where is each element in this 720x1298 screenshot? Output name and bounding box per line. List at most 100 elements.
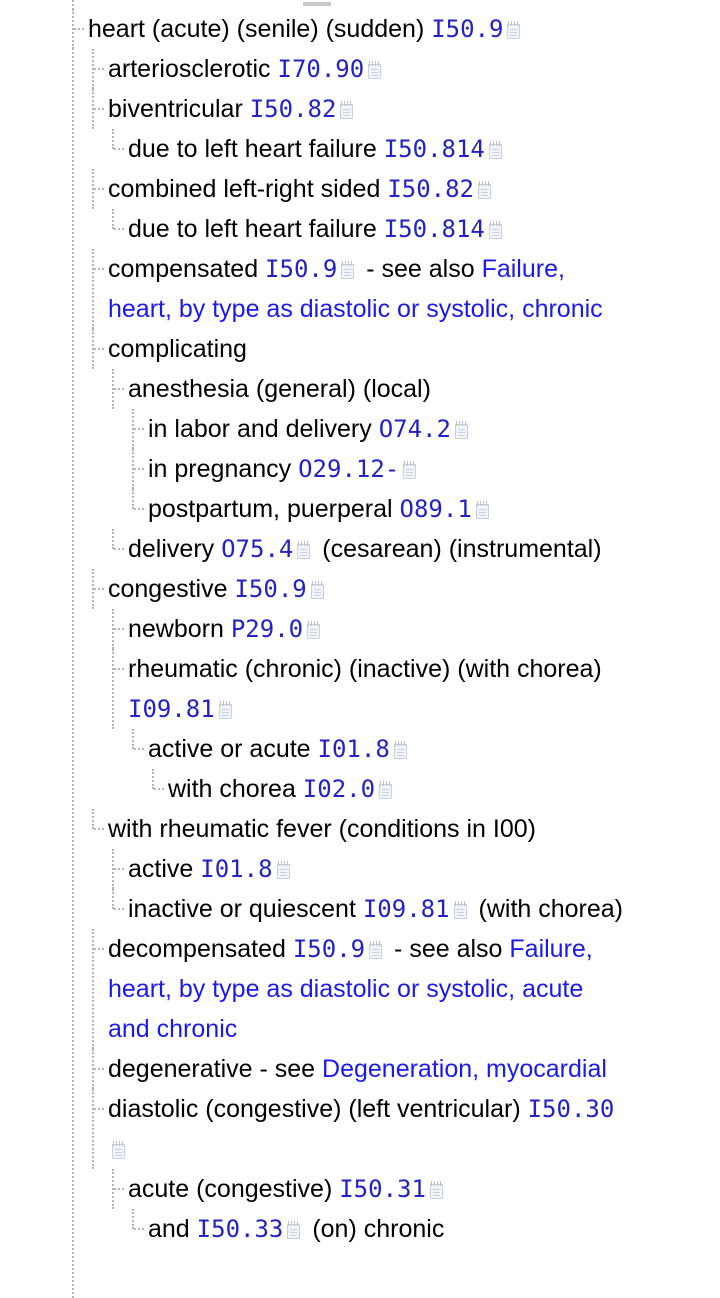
icd-code[interactable]: I50.31 — [339, 1175, 426, 1203]
entry-text: complicating — [108, 335, 247, 363]
icd-code[interactable]: I50.30 — [528, 1095, 615, 1123]
notepad-icon[interactable] — [307, 621, 322, 640]
notepad-icon[interactable] — [394, 741, 409, 760]
notepad-body — [297, 544, 310, 559]
index-entry-label: congestive I50.9 — [108, 569, 623, 609]
icd-code[interactable]: I50.9 — [234, 575, 306, 603]
icd-code[interactable]: I50.814 — [384, 135, 485, 163]
notepad-rings — [288, 1221, 299, 1226]
notepad-icon[interactable] — [430, 1181, 445, 1200]
entry-text: in labor and delivery — [148, 415, 379, 443]
index-entry: with chorea I02.0 — [0, 769, 720, 809]
icd-code[interactable]: I50.9 — [293, 935, 365, 963]
index-entry-label: anesthesia (general) (local) — [128, 369, 623, 409]
entry-text: newborn — [128, 615, 231, 643]
tree-connector-icon — [114, 628, 124, 630]
entry-text: acute (congestive) — [128, 1175, 339, 1203]
notepad-body — [340, 104, 353, 119]
icd-code[interactable]: I50.814 — [384, 215, 485, 243]
tree-connector-icon — [134, 468, 144, 470]
tree-connector-icon — [94, 68, 104, 70]
index-entry: postpartum, puerperal O89.1 — [0, 489, 720, 529]
tree-rail — [132, 1209, 134, 1229]
notepad-rings — [380, 781, 391, 786]
entry-text: and — [148, 1215, 197, 1243]
notepad-icon[interactable] — [507, 21, 522, 40]
notepad-icon[interactable] — [287, 1221, 302, 1240]
notepad-icon[interactable] — [489, 141, 504, 160]
index-entry: in labor and delivery O74.2 — [0, 409, 720, 449]
icd-code[interactable]: I09.81 — [128, 695, 215, 723]
index-entry: combined left-right sided I50.82 — [0, 169, 720, 209]
icd-code[interactable]: I50.82 — [387, 175, 474, 203]
tree-connector-icon — [94, 348, 104, 350]
tree-rail — [132, 729, 134, 749]
icd-code[interactable]: I01.8 — [318, 735, 390, 763]
icd-code[interactable]: I50.82 — [250, 95, 337, 123]
icd-code[interactable]: I02.0 — [303, 775, 375, 803]
tree-rail — [112, 889, 114, 909]
index-entry: congestive I50.9 — [0, 569, 720, 609]
notepad-icon[interactable] — [297, 541, 312, 560]
notepad-icon[interactable] — [454, 901, 469, 920]
notepad-rings — [298, 541, 309, 546]
icd-code[interactable]: I50.33 — [197, 1215, 284, 1243]
entry-text: with chorea — [168, 775, 303, 803]
notepad-icon[interactable] — [455, 421, 470, 440]
icd-code[interactable]: O29.12- — [298, 455, 399, 483]
icd-code[interactable]: P29.0 — [231, 615, 303, 643]
notepad-rings — [113, 1141, 124, 1146]
index-entry-label: rheumatic (chronic) (inactive) (with cho… — [128, 649, 623, 729]
index-entry: active or acute I01.8 — [0, 729, 720, 769]
tree-connector-icon — [114, 388, 124, 390]
icd-code[interactable]: I50.9 — [265, 255, 337, 283]
notepad-icon[interactable] — [112, 1141, 127, 1160]
icd-code[interactable]: I09.81 — [363, 895, 450, 923]
notepad-icon[interactable] — [476, 501, 491, 520]
cross-reference-link[interactable]: Degeneration, myocardial — [322, 1055, 607, 1083]
entry-text: active or acute — [148, 735, 318, 763]
icd-code[interactable]: I01.8 — [200, 855, 272, 883]
tree-connector-icon — [74, 28, 84, 30]
notepad-icon[interactable] — [379, 781, 394, 800]
index-entry: due to left heart failure I50.814 — [0, 209, 720, 249]
icd-code[interactable]: O75.4 — [221, 535, 293, 563]
tree-connector-icon — [94, 1068, 104, 1070]
notepad-rings — [477, 501, 488, 506]
index-entry-label: with rheumatic fever (conditions in I00) — [108, 809, 623, 849]
tree-connector-icon — [94, 268, 104, 270]
entry-text: inactive or quiescent — [128, 895, 363, 923]
index-entry-label: in labor and delivery O74.2 — [148, 409, 623, 449]
tree-connector-icon — [94, 108, 104, 110]
entry-text: (cesarean) (instrumental) — [315, 535, 601, 563]
notepad-icon[interactable] — [478, 181, 493, 200]
notepad-icon[interactable] — [341, 261, 356, 280]
index-entry-label: biventricular I50.82 — [108, 89, 623, 129]
notepad-icon[interactable] — [219, 701, 234, 720]
notepad-body — [455, 424, 468, 439]
notepad-icon[interactable] — [489, 221, 504, 240]
icd-code[interactable]: O89.1 — [400, 495, 472, 523]
icd-code[interactable]: I70.90 — [278, 55, 365, 83]
icd-code[interactable]: I50.9 — [431, 15, 503, 43]
index-entry: degenerative - see Degeneration, myocard… — [0, 1049, 720, 1089]
tree-connector-icon — [134, 508, 144, 510]
notepad-icon[interactable] — [403, 461, 418, 480]
entry-text: compensated — [108, 255, 265, 283]
notepad-icon[interactable] — [369, 941, 384, 960]
icd-code[interactable]: O74.2 — [379, 415, 451, 443]
notepad-body — [489, 144, 502, 159]
notepad-rings — [490, 141, 501, 146]
tree-connector-icon — [114, 1188, 124, 1190]
entry-text: with rheumatic fever (conditions in I00) — [108, 815, 536, 843]
entry-text: congestive — [108, 575, 234, 603]
notepad-icon[interactable] — [311, 581, 326, 600]
entry-text: arteriosclerotic — [108, 55, 278, 83]
notepad-icon[interactable] — [340, 101, 355, 120]
notepad-icon[interactable] — [368, 61, 383, 80]
index-entry: newborn P29.0 — [0, 609, 720, 649]
index-entry-label: combined left-right sided I50.82 — [108, 169, 623, 209]
tree-rail — [92, 929, 94, 1049]
notepad-icon[interactable] — [277, 861, 292, 880]
entry-text: (with chorea) — [472, 895, 623, 923]
